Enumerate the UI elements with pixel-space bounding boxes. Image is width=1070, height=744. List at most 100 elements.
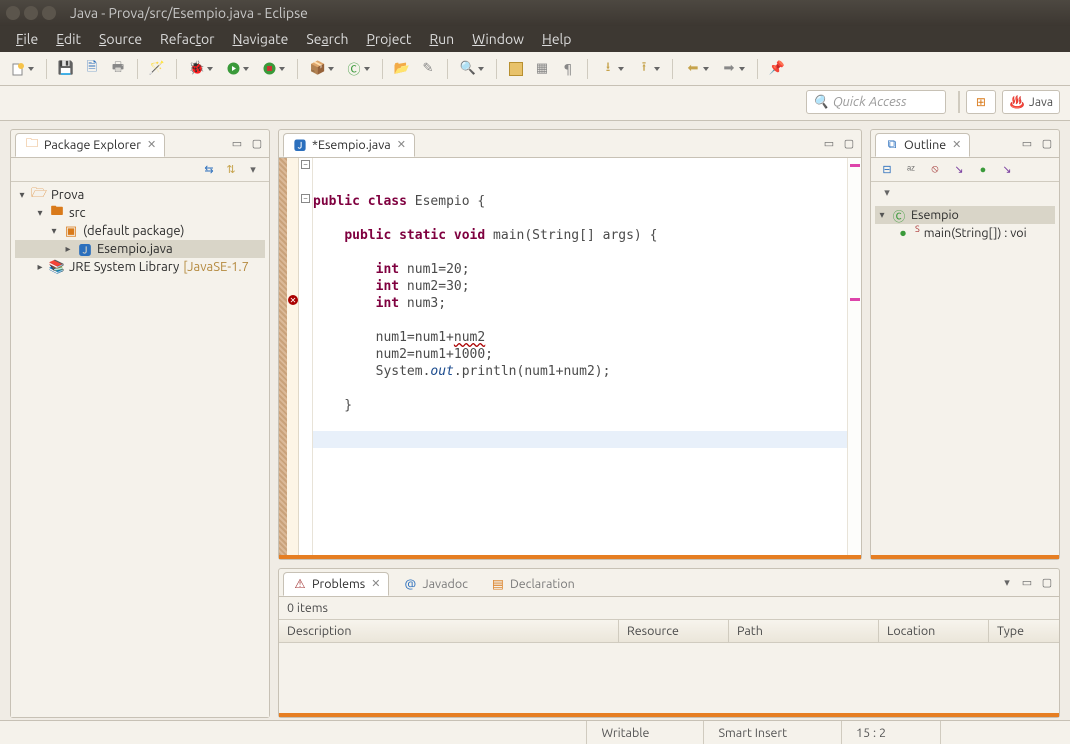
open-perspective-button[interactable]: ⊞ [966, 90, 996, 114]
outline-tab[interactable]: ⧉ Outline ✕ [875, 133, 970, 157]
minimize-view-button[interactable]: ▭ [1019, 136, 1035, 152]
fold-icon[interactable]: − [301, 194, 310, 203]
toggle-mark-button[interactable] [505, 58, 527, 80]
prev-annotation-button[interactable]: ⭱ [632, 58, 664, 80]
new-button[interactable] [6, 58, 38, 80]
outline-body: ▾ Ⓒ Esempio ● S main(String[]) : voi [871, 202, 1059, 559]
class-icon: Ⓒ [891, 207, 907, 223]
problems-tab[interactable]: ⚠ Problems ✕ [283, 572, 389, 596]
col-resource[interactable]: Resource [619, 620, 729, 642]
menu-run[interactable]: Run [421, 29, 462, 49]
tree-jre-library[interactable]: ▸ 📚 JRE System Library [JavaSE-1.7 [15, 258, 265, 276]
editor-tab-esempio[interactable]: 🅹 *Esempio.java ✕ [283, 133, 415, 157]
view-menu-icon[interactable]: ▾ [879, 184, 895, 200]
overview-ruler[interactable] [847, 158, 861, 555]
library-icon: 📚 [49, 259, 65, 275]
menu-source[interactable]: Source [91, 29, 150, 49]
view-menu-icon[interactable]: ▾ [245, 162, 261, 178]
run-last-button[interactable] [257, 58, 289, 80]
wand-button[interactable]: ✎ [417, 58, 439, 80]
close-icon[interactable]: ✕ [952, 138, 961, 151]
hide-local-icon[interactable]: ↘ [999, 162, 1015, 178]
search-icon: 🔍 [813, 94, 829, 110]
java-perspective-label: Java [1029, 96, 1053, 109]
menu-file[interactable]: File [8, 29, 46, 49]
close-icon[interactable]: ✕ [371, 577, 380, 590]
debug-button[interactable]: 🐞 [185, 58, 217, 80]
minimize-view-button[interactable]: ▭ [229, 136, 245, 152]
toggle-whitespace-button[interactable]: ¶ [557, 58, 579, 80]
twisty-icon[interactable]: ▾ [17, 189, 27, 201]
save-button[interactable]: 💾 [55, 58, 77, 80]
new-class-button[interactable]: Ⓒ [342, 58, 374, 80]
maximize-view-button[interactable]: ▢ [1039, 575, 1055, 591]
next-annotation-button[interactable]: ⭳ [596, 58, 628, 80]
editor-container[interactable]: ✕ − − public class Esempio { public stat… [279, 158, 861, 559]
new-package-button[interactable]: 📦 [306, 58, 338, 80]
tree-file-esempio[interactable]: ▸ 🅹 Esempio.java [15, 240, 265, 258]
minimize-view-button[interactable]: ▭ [1019, 575, 1035, 591]
javadoc-tab[interactable]: @ Javadoc [393, 572, 477, 596]
twisty-icon[interactable]: ▸ [63, 243, 73, 255]
outline-method-main[interactable]: ● S main(String[]) : voi [875, 224, 1055, 242]
declaration-tab[interactable]: ▤ Declaration [481, 572, 584, 596]
forward-button[interactable]: ➡ [717, 58, 749, 80]
menu-search[interactable]: Search [298, 29, 356, 49]
twisty-icon[interactable]: ▸ [35, 261, 45, 273]
hide-fields-icon[interactable]: ⦸ [927, 162, 943, 178]
menu-edit[interactable]: Edit [48, 29, 89, 49]
sort-icon[interactable]: ⊟ [879, 162, 895, 178]
tree-src[interactable]: ▾ 🖿 src [15, 204, 265, 222]
code-area[interactable]: public class Esempio { public static voi… [313, 158, 847, 555]
fold-icon[interactable]: − [301, 160, 310, 169]
maximize-view-button[interactable]: ▢ [1039, 136, 1055, 152]
maximize-window-icon[interactable] [42, 6, 56, 20]
open-type-button[interactable]: 📂 [391, 58, 413, 80]
package-explorer-tab[interactable]: 🗀 Package Explorer ✕ [15, 133, 165, 157]
close-window-icon[interactable] [6, 6, 20, 20]
collapse-all-icon[interactable]: ⇆ [201, 162, 217, 178]
col-path[interactable]: Path [729, 620, 879, 642]
menu-help[interactable]: Help [534, 29, 579, 49]
problems-panel: ⚠ Problems ✕ @ Javadoc ▤ Declaration ▾ ▭… [278, 568, 1060, 718]
back-button[interactable]: ⬅ [681, 58, 713, 80]
problems-tabrow: ⚠ Problems ✕ @ Javadoc ▤ Declaration ▾ ▭… [279, 569, 1059, 597]
maximize-editor-button[interactable]: ▢ [841, 136, 857, 152]
outline-icon: ⧉ [884, 137, 900, 153]
hide-static-icon[interactable]: ↘ [951, 162, 967, 178]
az-sort-icon[interactable]: ᵃᶻ [903, 162, 919, 178]
col-type[interactable]: Type [989, 620, 1059, 642]
toggle-breadcrumb-button[interactable]: ▦ [531, 58, 553, 80]
run-button[interactable] [221, 58, 253, 80]
outline-toolbar: ⊟ ᵃᶻ ⦸ ↘ ● ↘ [871, 158, 1059, 182]
twisty-icon[interactable]: ▾ [35, 207, 45, 219]
minimize-window-icon[interactable] [24, 6, 38, 20]
static-decorator-icon: S [915, 224, 920, 234]
java-perspective-button[interactable]: ♨️ Java [1002, 90, 1060, 114]
menu-navigate[interactable]: Navigate [224, 29, 296, 49]
col-description[interactable]: Description [279, 620, 619, 642]
menu-project[interactable]: Project [358, 29, 419, 49]
print-button[interactable]: 🖶 [107, 58, 129, 80]
search-button[interactable]: 🔍 [456, 58, 488, 80]
close-icon[interactable]: ✕ [147, 138, 156, 151]
outline-class[interactable]: ▾ Ⓒ Esempio [875, 206, 1055, 224]
minimize-editor-button[interactable]: ▭ [821, 136, 837, 152]
error-marker-icon[interactable]: ✕ [288, 295, 298, 305]
build-button[interactable]: 🪄 [146, 58, 168, 80]
maximize-view-button[interactable]: ▢ [249, 136, 265, 152]
pin-button[interactable]: 📌 [766, 58, 788, 80]
save-all-button[interactable]: 🗎 [81, 58, 103, 80]
tree-default-package[interactable]: ▾ ▣ (default package) [15, 222, 265, 240]
menu-refactor[interactable]: Refactor [152, 29, 222, 49]
close-icon[interactable]: ✕ [397, 138, 406, 151]
problems-icon: ⚠ [292, 576, 308, 592]
quick-access-input[interactable]: 🔍 Quick Access [806, 90, 946, 114]
menu-window[interactable]: Window [464, 29, 532, 49]
link-editor-icon[interactable]: ⇅ [223, 162, 239, 178]
view-menu-icon[interactable]: ▾ [999, 575, 1015, 591]
hide-nonpublic-icon[interactable]: ● [975, 162, 991, 178]
col-location[interactable]: Location [879, 620, 989, 642]
twisty-icon[interactable]: ▾ [49, 225, 59, 237]
outline-tabrow: ⧉ Outline ✕ ▭ ▢ [871, 130, 1059, 158]
